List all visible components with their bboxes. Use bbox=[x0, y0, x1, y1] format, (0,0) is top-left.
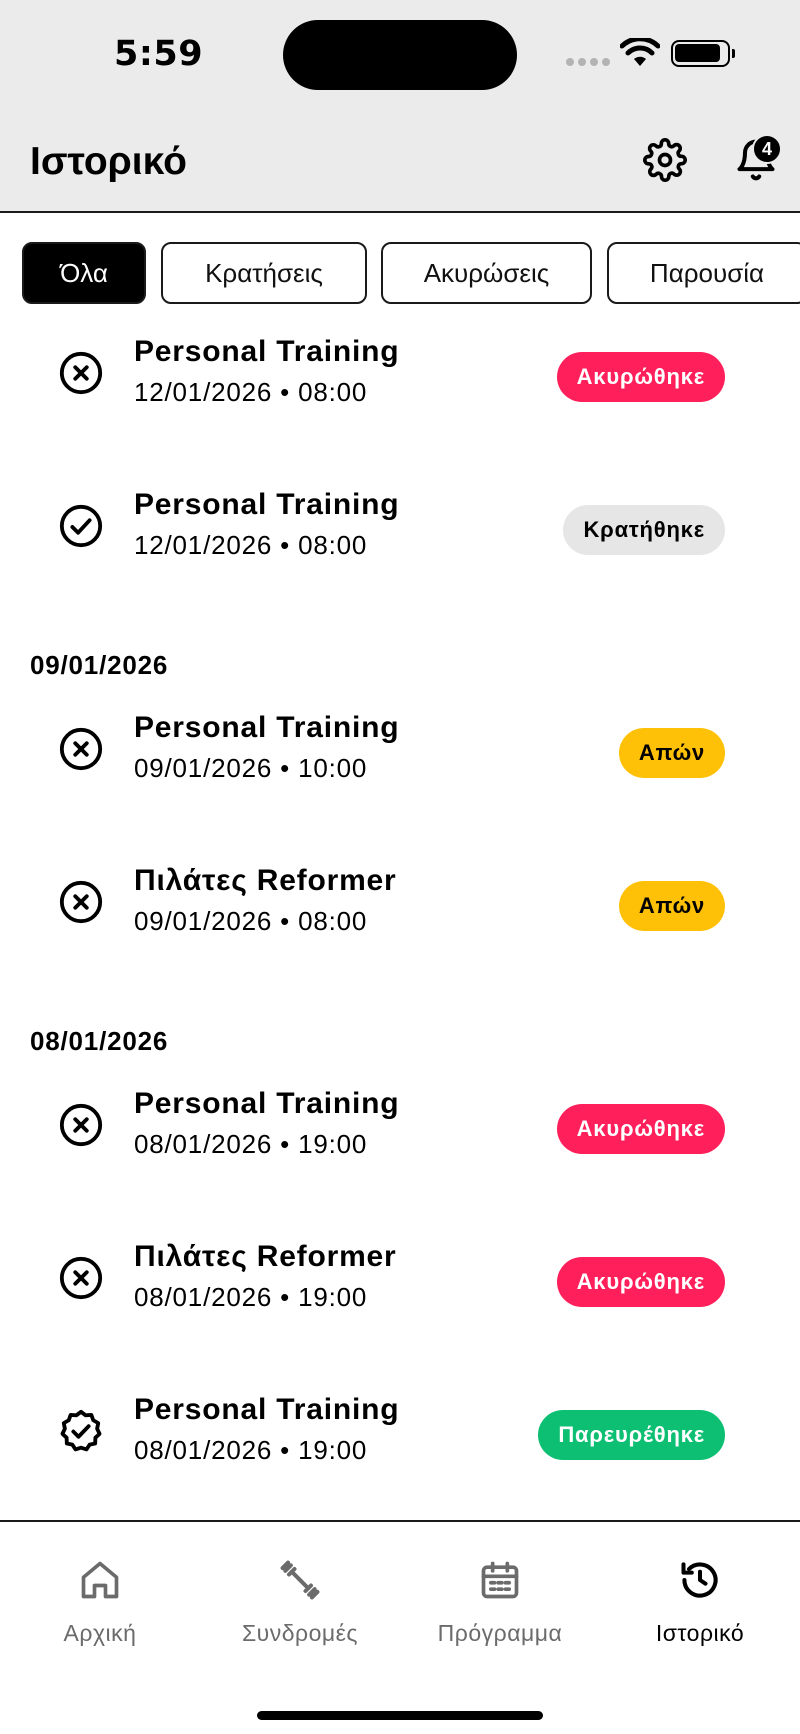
status-badge: Ακυρώθηκε bbox=[556, 1104, 725, 1154]
status-time: 5:59 bbox=[114, 34, 204, 74]
tab-subscriptions[interactable]: Συνδρομές bbox=[200, 1558, 400, 1647]
home-indicator bbox=[257, 1711, 543, 1720]
list-item[interactable]: Personal Training 12/01/2026 • 08:00 Ακυ… bbox=[0, 320, 800, 430]
section-date-header: 09/01/2026 bbox=[30, 650, 169, 680]
verified-badge-icon bbox=[60, 1409, 102, 1452]
class-datetime: 12/01/2026 • 08:00 bbox=[134, 530, 368, 560]
class-datetime: 08/01/2026 • 19:00 bbox=[134, 1435, 368, 1465]
battery-icon bbox=[671, 40, 735, 67]
calendar-icon bbox=[481, 1561, 519, 1599]
tab-home[interactable]: Αρχική bbox=[0, 1558, 200, 1647]
status-badge: Παρευρέθηκε bbox=[538, 1410, 725, 1460]
tab-label: Αρχική bbox=[63, 1620, 137, 1646]
class-name: Personal Training bbox=[134, 488, 400, 521]
app-header: Ιστορικό bbox=[0, 110, 800, 213]
tab-label: Ιστορικό bbox=[655, 1620, 745, 1646]
history-icon bbox=[681, 1562, 718, 1598]
tab-history[interactable]: Ιστορικό bbox=[600, 1558, 800, 1647]
status-badge: Ακυρώθηκε bbox=[556, 352, 725, 402]
bottom-tab-bar: Αρχική Συνδρομές Πρόγραμμα Ιστορικό bbox=[0, 1520, 800, 1734]
wifi-icon bbox=[620, 38, 660, 66]
class-name: Πιλάτες Reformer bbox=[134, 1240, 397, 1273]
list-item[interactable]: Personal Training 08/01/2026 • 19:00 Ακυ… bbox=[0, 1072, 800, 1182]
status-badge: Απών bbox=[618, 728, 725, 778]
x-circle-icon bbox=[59, 880, 103, 924]
list-item[interactable]: Πιλάτες Reformer 09/01/2026 • 08:00 Απών bbox=[0, 849, 800, 959]
class-name: Personal Training bbox=[134, 1393, 400, 1426]
status-badge: Κρατήθηκε bbox=[563, 505, 725, 555]
class-name: Personal Training bbox=[134, 1087, 400, 1120]
history-list: Personal Training 12/01/2026 • 08:00 Ακυ… bbox=[0, 320, 800, 1520]
cellular-signal-icon bbox=[566, 58, 610, 66]
x-circle-icon bbox=[59, 1103, 103, 1147]
filter-chip-attendance[interactable]: Παρουσία bbox=[607, 242, 800, 304]
class-datetime: 09/01/2026 • 10:00 bbox=[134, 753, 368, 783]
notification-count-badge: 4 bbox=[752, 134, 782, 164]
tab-schedule[interactable]: Πρόγραμμα bbox=[400, 1558, 600, 1647]
gear-icon[interactable] bbox=[643, 138, 687, 182]
status-badge: Απών bbox=[618, 881, 725, 931]
class-datetime: 09/01/2026 • 08:00 bbox=[134, 906, 368, 936]
class-datetime: 08/01/2026 • 19:00 bbox=[134, 1129, 368, 1159]
status-bar: 5:59 bbox=[0, 0, 800, 110]
section-date-header: 08/01/2026 bbox=[30, 1026, 169, 1056]
filter-chip-cancellations[interactable]: Ακυρώσεις bbox=[381, 242, 592, 304]
x-circle-icon bbox=[59, 727, 103, 771]
filter-chip-all[interactable]: Όλα bbox=[22, 242, 146, 304]
class-name: Personal Training bbox=[134, 711, 400, 744]
tab-label: Πρόγραμμα bbox=[437, 1620, 563, 1646]
dumbbell-icon bbox=[280, 1560, 320, 1600]
tab-label: Συνδρομές bbox=[241, 1620, 359, 1646]
filter-chip-bookings[interactable]: Κρατήσεις bbox=[161, 242, 367, 304]
list-item[interactable]: Personal Training 12/01/2026 • 08:00 Κρα… bbox=[0, 473, 800, 583]
class-datetime: 08/01/2026 • 19:00 bbox=[134, 1282, 368, 1312]
class-name: Personal Training bbox=[134, 335, 400, 368]
list-item[interactable]: Personal Training 09/01/2026 • 10:00 Απώ… bbox=[0, 696, 800, 806]
list-item[interactable]: Personal Training 08/01/2026 • 19:00 Παρ… bbox=[0, 1378, 800, 1488]
class-name: Πιλάτες Reformer bbox=[134, 864, 397, 897]
page-title: Ιστορικό bbox=[30, 140, 187, 183]
home-icon bbox=[81, 1561, 119, 1599]
list-item[interactable]: Πιλάτες Reformer 08/01/2026 • 19:00 Ακυρ… bbox=[0, 1225, 800, 1335]
filter-chips: Όλα Κρατήσεις Ακυρώσεις Παρουσία bbox=[0, 242, 800, 306]
x-circle-icon bbox=[59, 1256, 103, 1300]
check-circle-icon bbox=[59, 504, 103, 548]
class-datetime: 12/01/2026 • 08:00 bbox=[134, 377, 368, 407]
x-circle-icon bbox=[59, 351, 103, 395]
status-badge: Ακυρώθηκε bbox=[556, 1257, 725, 1307]
dynamic-island bbox=[283, 20, 517, 90]
